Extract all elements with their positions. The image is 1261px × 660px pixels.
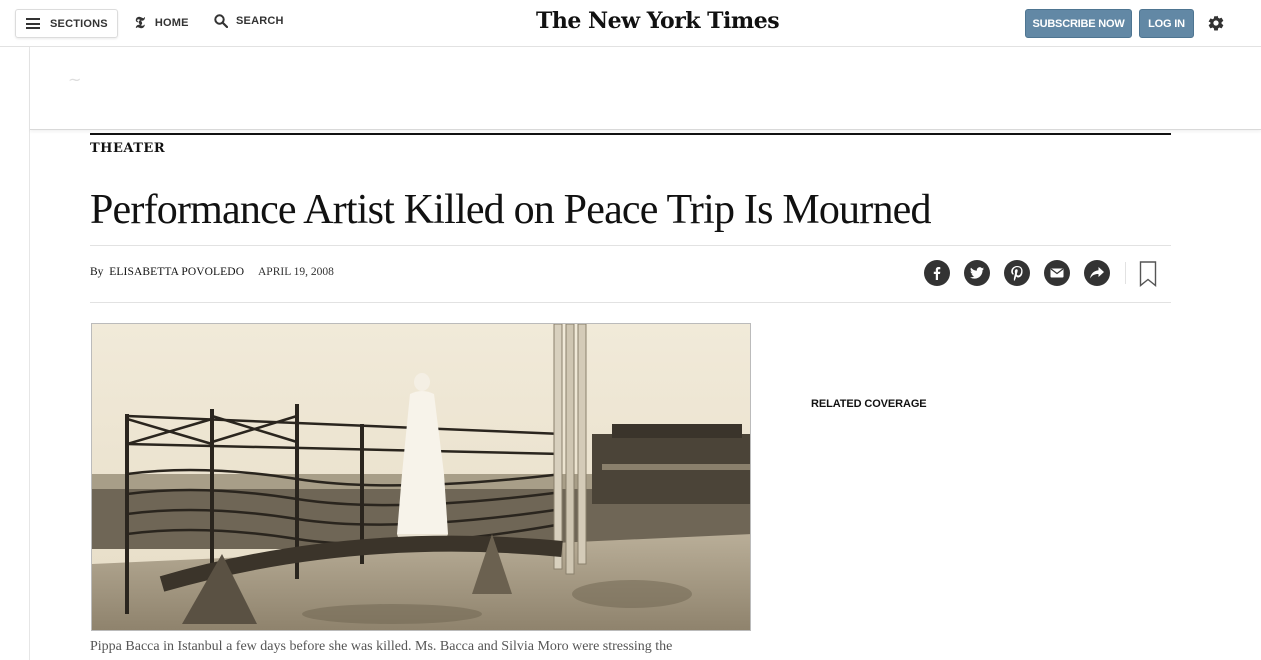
photo-illustration: [92, 324, 750, 630]
byline-prefix: By: [90, 266, 104, 278]
home-link[interactable]: 𝕿 HOME: [135, 14, 189, 32]
sections-button[interactable]: SECTIONS: [15, 9, 118, 38]
share-twitter-button[interactable]: [964, 260, 990, 286]
pinterest-icon: [1011, 265, 1023, 281]
subscribe-button[interactable]: SUBSCRIBE NOW: [1025, 9, 1132, 38]
nyt-t-icon: 𝕿: [135, 13, 145, 32]
subscribe-label: SUBSCRIBE NOW: [1032, 17, 1125, 30]
share-facebook-button[interactable]: [924, 260, 950, 286]
twitter-icon: [970, 267, 984, 279]
share-email-button[interactable]: [1044, 260, 1070, 286]
facebook-icon: [933, 267, 941, 280]
author-link[interactable]: ELISABETTA POVOLEDO: [109, 266, 244, 278]
publish-date: APRIL 19, 2008: [258, 266, 334, 278]
page-left-border: [29, 47, 30, 660]
hamburger-menu-icon: [26, 18, 40, 29]
article-headline: Performance Artist Killed on Peace Trip …: [90, 187, 932, 233]
byline-divider-bottom: [90, 302, 1171, 303]
search-icon: [214, 14, 228, 28]
login-label: LOG IN: [1148, 17, 1185, 30]
top-navigation-bar: SECTIONS 𝕿 HOME SEARCH The New York Time…: [0, 0, 1261, 47]
share-pinterest-button[interactable]: [1004, 260, 1030, 286]
ad-banner: ~: [30, 48, 1261, 130]
gear-icon[interactable]: [1207, 14, 1225, 32]
lead-photo[interactable]: [91, 323, 751, 631]
ad-placeholder-icon: ~: [68, 70, 82, 89]
search-label: SEARCH: [236, 15, 284, 27]
email-icon: [1050, 268, 1064, 278]
login-button[interactable]: LOG IN: [1139, 9, 1194, 38]
share-icon: [1090, 267, 1104, 279]
sections-label: SECTIONS: [50, 17, 108, 30]
byline: By ELISABETTA POVOLEDO APRIL 19, 2008: [90, 266, 334, 278]
nyt-logo[interactable]: The New York Times: [536, 8, 780, 34]
section-kicker[interactable]: THEATER: [90, 141, 165, 156]
bookmark-icon[interactable]: [1139, 261, 1157, 287]
search-link[interactable]: SEARCH: [214, 14, 284, 28]
related-coverage-heading: RELATED COVERAGE: [811, 398, 927, 410]
photo-caption: Pippa Bacca in Istanbul a few days befor…: [90, 639, 673, 654]
home-label: HOME: [154, 17, 189, 29]
share-divider: [1125, 262, 1126, 284]
byline-divider-top: [90, 245, 1171, 246]
share-more-button[interactable]: [1084, 260, 1110, 286]
kicker-rule: [90, 133, 1171, 135]
